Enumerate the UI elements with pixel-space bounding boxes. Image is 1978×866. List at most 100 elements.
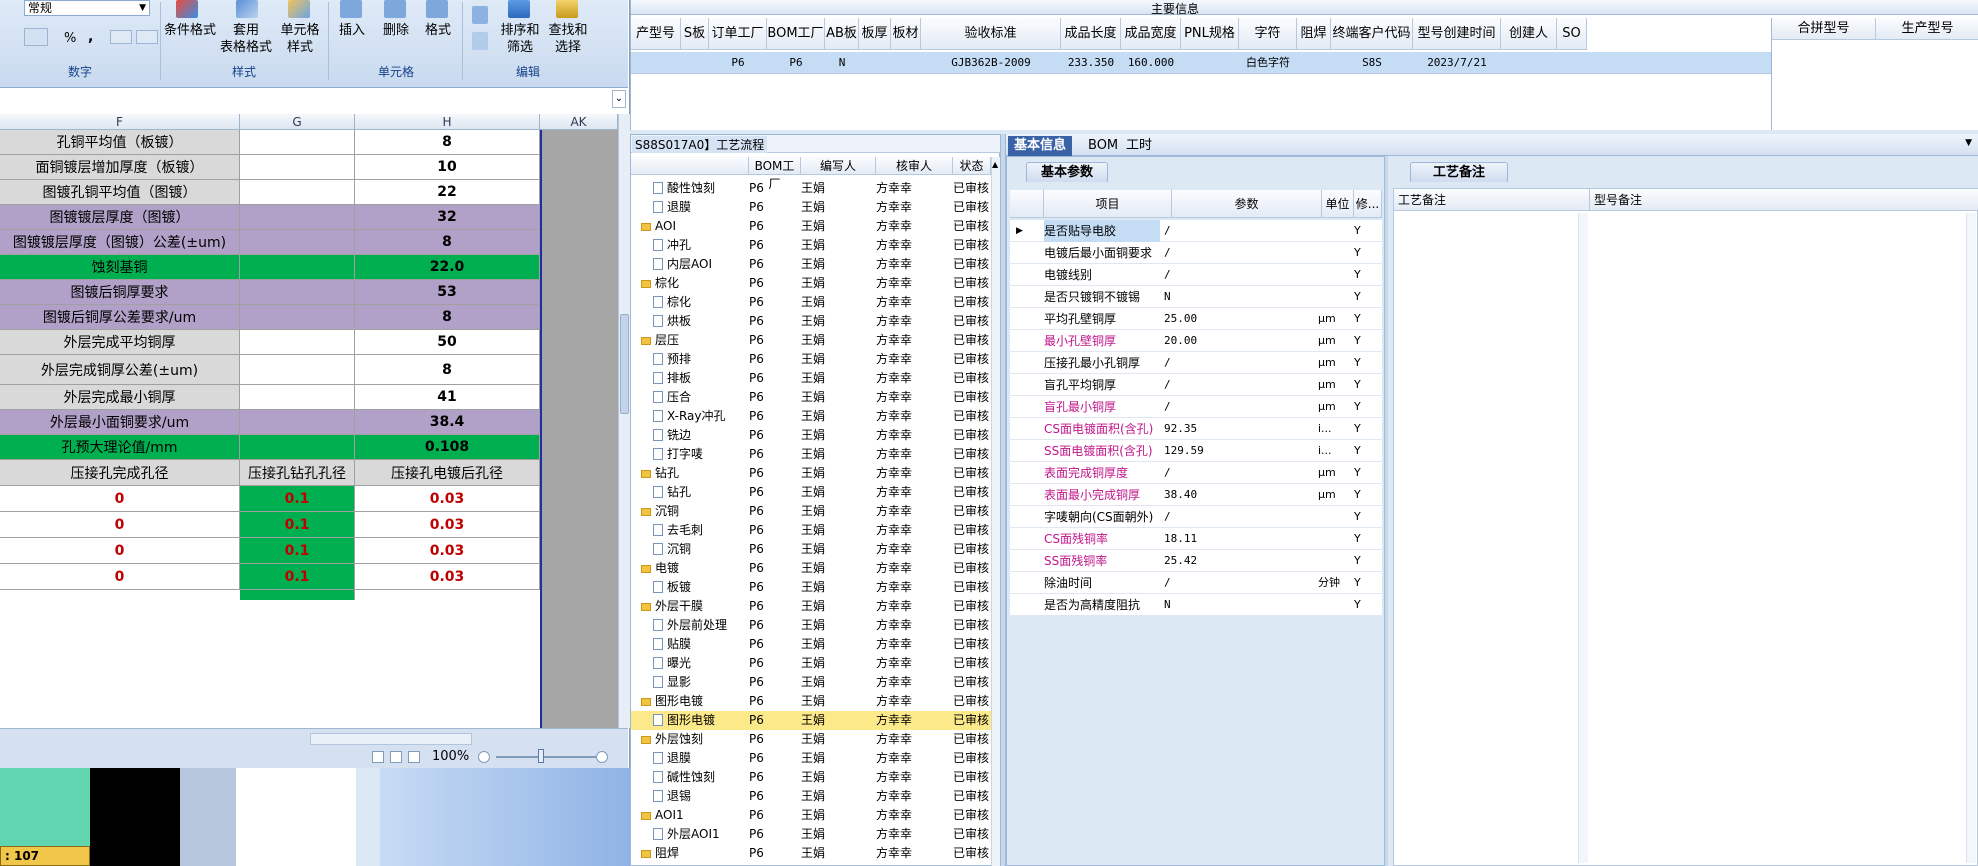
col-unit[interactable]: 单位 bbox=[1322, 190, 1354, 218]
tree-row[interactable]: 烘板 P6 王娟 方幸幸 已审核 bbox=[631, 312, 991, 331]
param-value[interactable]: / bbox=[1164, 396, 1312, 418]
cell-value[interactable]: 8 bbox=[355, 355, 540, 384]
tree-row[interactable]: 排板 P6 王娟 方幸幸 已审核 bbox=[631, 369, 991, 388]
tree-node[interactable]: 外层蚀刻 bbox=[641, 730, 703, 749]
param-value[interactable]: N bbox=[1164, 594, 1312, 616]
param-value[interactable]: / bbox=[1164, 374, 1312, 396]
main-col-header[interactable]: 终端客户代码 bbox=[1331, 18, 1413, 50]
param-row[interactable]: 盲孔最小铜厚 / μm Y bbox=[1010, 396, 1382, 418]
tree-node[interactable]: 层压 bbox=[641, 331, 679, 350]
sub-header-cell[interactable]: 压接孔钻孔孔径 bbox=[240, 460, 355, 485]
table-format-button[interactable]: 套用 表格格式 bbox=[218, 22, 274, 56]
tree-row[interactable]: 曝光 P6 王娟 方幸幸 已审核 bbox=[631, 654, 991, 673]
main-col-header[interactable]: PNL规格 bbox=[1181, 18, 1239, 50]
tree-row[interactable]: 阻焊 P6 王娟 方幸幸 已审核 bbox=[631, 844, 991, 863]
tree-node[interactable]: 贴膜 bbox=[653, 635, 691, 654]
tree-row[interactable]: 层压 P6 王娟 方幸幸 已审核 bbox=[631, 331, 991, 350]
param-value[interactable]: N bbox=[1164, 286, 1312, 308]
tree-node[interactable]: 图形电镀 bbox=[641, 692, 703, 711]
tree-node[interactable]: 曝光 bbox=[653, 654, 691, 673]
scroll-thumb[interactable] bbox=[620, 314, 629, 414]
col-merge-model[interactable]: 合拼型号 bbox=[1772, 18, 1876, 40]
param-value[interactable]: / bbox=[1164, 264, 1312, 286]
col-model-remark[interactable]: 型号备注 bbox=[1590, 189, 1978, 211]
cell-g[interactable] bbox=[240, 385, 355, 409]
cell-finished-hole[interactable]: 0 bbox=[0, 512, 240, 537]
param-row[interactable]: 电镀线别 / Y bbox=[1010, 264, 1382, 286]
clear-icon[interactable] bbox=[472, 32, 488, 50]
col-header-ak[interactable]: AK bbox=[540, 114, 618, 130]
tree-row[interactable]: 沉铜 P6 王娟 方幸幸 已审核 bbox=[631, 540, 991, 559]
param-row[interactable]: 表面完成铜厚度 / μm Y bbox=[1010, 462, 1382, 484]
main-col-header[interactable]: 阻焊 bbox=[1297, 18, 1331, 50]
tree-row[interactable]: 预排 P6 王娟 方幸幸 已审核 bbox=[631, 350, 991, 369]
tree-col-header[interactable]: BOM工厂 bbox=[749, 157, 801, 191]
cell-label[interactable]: 图镀镀层厚度（图镀）公差(±um) bbox=[0, 230, 240, 254]
insert-button[interactable]: 插入 bbox=[334, 22, 370, 39]
cell-g[interactable] bbox=[240, 155, 355, 179]
increase-decimal-icon[interactable] bbox=[110, 30, 132, 44]
tree-row[interactable]: 外层蚀刻 P6 王娟 方幸幸 已审核 bbox=[631, 730, 991, 749]
remark-scrollbar-2[interactable] bbox=[1966, 213, 1976, 863]
tab-basic-info[interactable]: 基本信息 bbox=[1008, 136, 1073, 156]
main-col-header[interactable]: 产型号 bbox=[631, 18, 681, 50]
tabs-dropdown-icon[interactable]: ▼ bbox=[1965, 138, 1972, 148]
param-value[interactable]: / bbox=[1164, 352, 1312, 374]
tree-row[interactable]: 退膜 P6 王娟 方幸幸 已审核 bbox=[631, 749, 991, 768]
find-select-button[interactable]: 查找和 选择 bbox=[544, 22, 592, 56]
tree-node[interactable]: 预排 bbox=[653, 350, 691, 369]
cell-value[interactable]: 8 bbox=[355, 305, 540, 329]
cell-g[interactable] bbox=[240, 280, 355, 304]
cell-g[interactable] bbox=[240, 205, 355, 229]
tree-node[interactable]: 碱性蚀刻 bbox=[653, 768, 715, 787]
tree-row[interactable]: AOI P6 王娟 方幸幸 已审核 bbox=[631, 217, 991, 236]
main-col-header[interactable]: AB板 bbox=[825, 18, 859, 50]
cell-label[interactable]: 孔铜平均值（板镀） bbox=[0, 130, 240, 154]
main-col-header[interactable]: 型号创建时间 bbox=[1413, 18, 1501, 50]
cell-value[interactable]: 10 bbox=[355, 155, 540, 179]
cell-value[interactable]: 32 bbox=[355, 205, 540, 229]
tree-row[interactable]: 内层AOI P6 王娟 方幸幸 已审核 bbox=[631, 255, 991, 274]
cell-style-button[interactable]: 单元格 样式 bbox=[276, 22, 324, 56]
tree-node[interactable]: 冲孔 bbox=[653, 236, 691, 255]
cell-g[interactable] bbox=[240, 330, 355, 354]
main-col-header[interactable]: BOM工厂 bbox=[767, 18, 825, 50]
param-row[interactable]: CS面残铜率 18.11 Y bbox=[1010, 528, 1382, 550]
main-col-header[interactable]: S板 bbox=[681, 18, 709, 50]
comma-button[interactable]: , bbox=[88, 29, 93, 45]
decrease-decimal-icon[interactable] bbox=[136, 30, 158, 44]
tree-node[interactable]: 板镀 bbox=[653, 578, 691, 597]
param-row[interactable]: 平均孔壁铜厚 25.00 μm Y bbox=[1010, 308, 1382, 330]
tree-node[interactable]: AOI1 bbox=[641, 806, 684, 825]
cell-finished-hole[interactable]: 0 bbox=[0, 564, 240, 589]
param-row[interactable]: 字唛朝向(CS面朝外) / Y bbox=[1010, 506, 1382, 528]
col-header-f[interactable]: F bbox=[0, 114, 240, 130]
tree-node[interactable]: 棕化 bbox=[653, 293, 691, 312]
tree-row[interactable]: 棕化 P6 王娟 方幸幸 已审核 bbox=[631, 274, 991, 293]
param-row[interactable]: 盲孔平均铜厚 / μm Y bbox=[1010, 374, 1382, 396]
cell-g[interactable] bbox=[240, 180, 355, 204]
cell-value[interactable]: 53 bbox=[355, 280, 540, 304]
cell-label[interactable]: 外层完成平均铜厚 bbox=[0, 330, 240, 354]
param-row[interactable]: 压接孔最小孔铜厚 / μm Y bbox=[1010, 352, 1382, 374]
param-value[interactable]: / bbox=[1164, 506, 1312, 528]
tree-col-header[interactable]: 状态 bbox=[953, 157, 991, 175]
cell-finished-hole[interactable]: 0 bbox=[0, 538, 240, 563]
tree-row[interactable]: 沉铜 P6 王娟 方幸幸 已审核 bbox=[631, 502, 991, 521]
cell-value[interactable]: 50 bbox=[355, 330, 540, 354]
tree-row[interactable]: 退膜 P6 王娟 方幸幸 已审核 bbox=[631, 198, 991, 217]
param-value[interactable]: / bbox=[1164, 572, 1312, 594]
tree-row[interactable]: 钻孔 P6 王娟 方幸幸 已审核 bbox=[631, 483, 991, 502]
main-col-header[interactable]: 字符 bbox=[1239, 18, 1297, 50]
cell-drill-hole[interactable]: 0.1 bbox=[240, 486, 355, 511]
param-row[interactable]: 最小孔壁铜厚 20.00 μm Y bbox=[1010, 330, 1382, 352]
tree-node[interactable]: 外层前处理 bbox=[653, 616, 727, 635]
sub-header-cell[interactable]: 压接孔完成孔径 bbox=[0, 460, 240, 485]
autosum-icon[interactable] bbox=[472, 6, 488, 24]
param-value[interactable]: 92.35 bbox=[1164, 418, 1312, 440]
tree-row[interactable]: 外层前处理 P6 王娟 方幸幸 已审核 bbox=[631, 616, 991, 635]
tree-node[interactable]: 打字唛 bbox=[653, 445, 703, 464]
tree-node[interactable]: 退膜 bbox=[653, 198, 691, 217]
tree-node[interactable]: 外层AOI1 bbox=[653, 825, 720, 844]
cell-label[interactable]: 外层完成最小铜厚 bbox=[0, 385, 240, 409]
